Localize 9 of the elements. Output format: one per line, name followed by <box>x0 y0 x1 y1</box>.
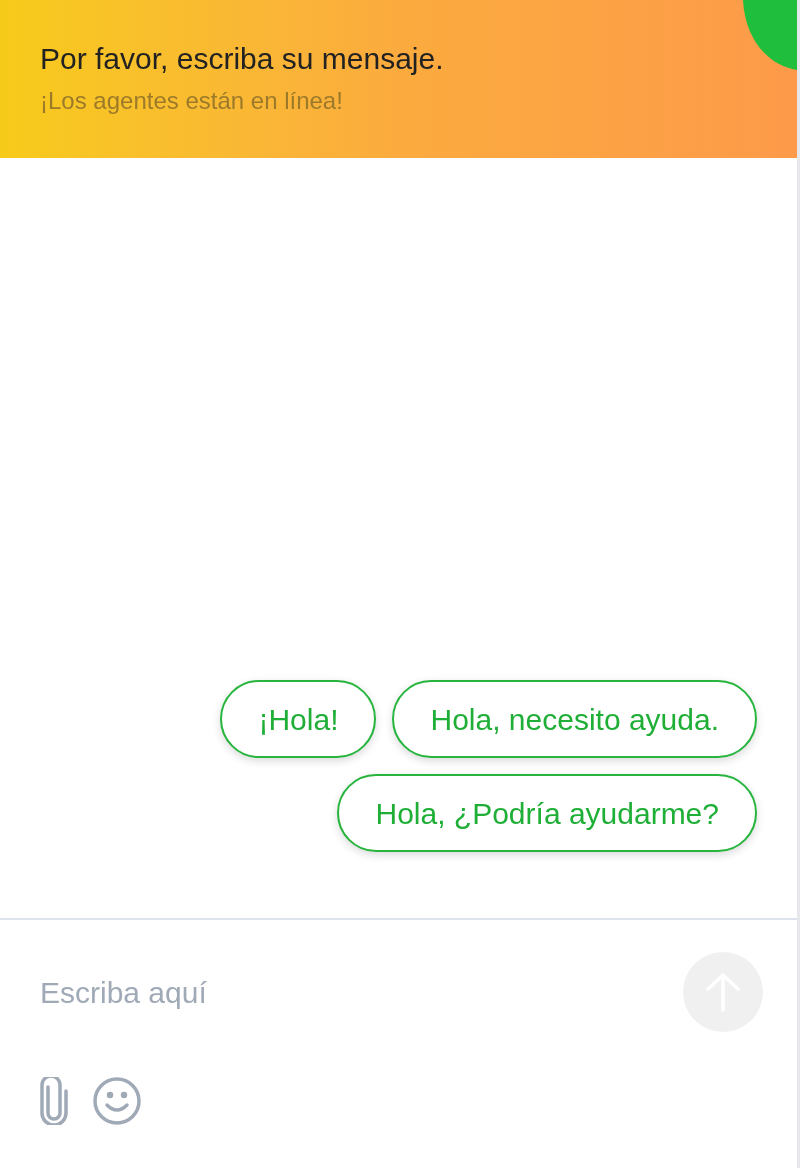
header-subtitle: ¡Los agentes están en línea! <box>40 85 344 116</box>
leaf-icon <box>741 0 797 70</box>
quick-reply-button[interactable]: Hola, necesito ayuda. <box>392 680 757 758</box>
quick-reply-button[interactable]: ¡Hola! <box>220 680 377 758</box>
emoji-icon[interactable] <box>92 1076 142 1126</box>
message-input[interactable]: Escriba aquí <box>40 969 683 1015</box>
paperclip-icon[interactable] <box>40 1077 68 1125</box>
quick-reply-button[interactable]: Hola, ¿Podría ayudarme? <box>337 774 757 852</box>
header-title: Por favor, escriba su mensaje. <box>40 41 445 77</box>
